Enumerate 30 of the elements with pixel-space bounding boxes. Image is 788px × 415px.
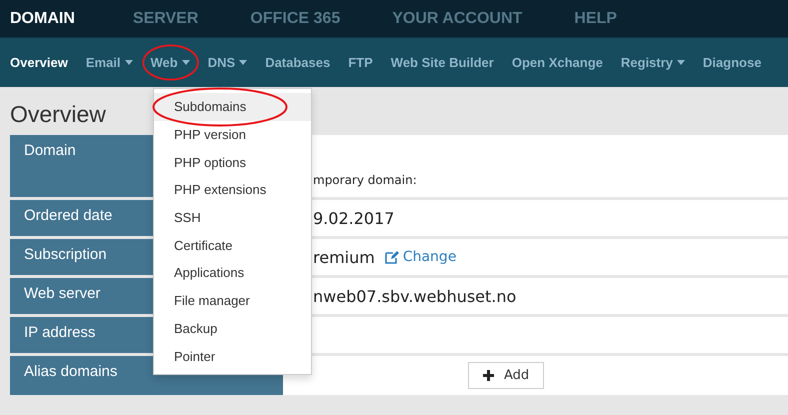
edit-icon — [384, 250, 399, 264]
top-nav-tab[interactable]: DOMAIN — [10, 10, 75, 28]
page-title: Overview — [10, 101, 106, 129]
value-text: remium — [313, 248, 375, 266]
plus-icon — [483, 370, 494, 381]
nav-tab[interactable]: Diagnose — [694, 44, 770, 81]
nav-tab[interactable]: Open Xchange — [502, 44, 612, 81]
add-button[interactable]: Add — [468, 362, 544, 389]
nav-tab[interactable]: Overview — [1, 44, 77, 81]
value-text: nweb07.sbv.webhuset.no — [313, 286, 516, 306]
top-nav-tab[interactable]: HELP — [574, 10, 617, 28]
nav-tab[interactable]: Email — [76, 44, 142, 81]
value-text: mporary domain: — [313, 173, 417, 187]
nav-tab[interactable]: DNS — [198, 44, 256, 81]
change-link[interactable]: Change — [384, 249, 456, 265]
top-nav-tab[interactable]: OFFICE 365 — [250, 10, 340, 28]
highlight-ellipse — [142, 44, 199, 81]
caret-icon — [182, 60, 190, 65]
caret-icon — [124, 60, 133, 65]
caret-icon — [676, 60, 685, 65]
nav-tab[interactable]: Web Site Builder — [382, 44, 503, 81]
caret-icon — [239, 60, 248, 65]
nav-tab[interactable]: FTP — [339, 44, 382, 81]
menu-item[interactable]: Subdomains — [154, 93, 311, 121]
nav-tab[interactable]: Registry — [612, 44, 694, 81]
nav-tab[interactable]: Databases — [256, 44, 340, 81]
top-nav-tab[interactable]: YOUR ACCOUNT — [392, 10, 522, 28]
top-nav-tab[interactable]: SERVER — [132, 10, 198, 28]
nav-tab[interactable]: Web — [142, 44, 199, 81]
value-text: 9.02.2017 — [313, 208, 394, 228]
